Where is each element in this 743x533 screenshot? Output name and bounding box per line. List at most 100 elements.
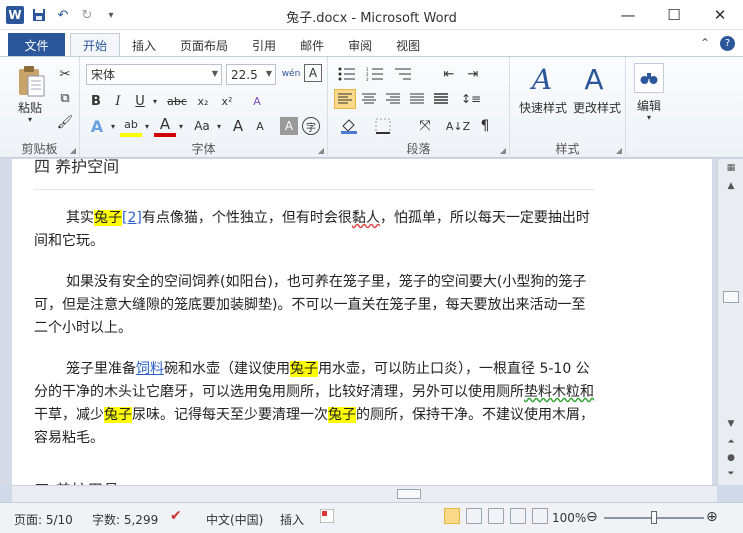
browse-object-icon[interactable]: ● — [723, 451, 739, 465]
character-shading-icon[interactable]: A — [280, 117, 298, 135]
change-case-icon[interactable]: Aa — [190, 115, 214, 137]
tab-page-layout[interactable]: 页面布局 — [168, 33, 240, 57]
borders-icon[interactable] — [368, 115, 398, 137]
vertical-scroll-thumb[interactable] — [723, 291, 739, 303]
paragraph-launcher-icon[interactable]: ◢ — [500, 146, 506, 155]
scroll-down-icon[interactable]: ▼ — [723, 417, 739, 431]
format-painter-icon[interactable]: 🖌 — [56, 113, 74, 131]
maximize-button[interactable]: ☐ — [651, 0, 697, 30]
editing-dropdown-icon[interactable]: ▾ — [641, 113, 657, 122]
text-effects-icon[interactable]: A — [86, 115, 108, 137]
minimize-button[interactable]: — — [605, 0, 651, 30]
tab-insert[interactable]: 插入 — [120, 33, 168, 57]
tab-references[interactable]: 引用 — [240, 33, 288, 57]
scroll-up-icon[interactable]: ▲ — [723, 179, 739, 193]
paste-dropdown-icon[interactable]: ▾ — [22, 115, 38, 124]
zoom-in-icon[interactable]: ⊕ — [706, 509, 718, 525]
change-case-dropdown-icon[interactable]: ▾ — [214, 115, 224, 137]
tab-home[interactable]: 开始 — [70, 33, 121, 57]
help-icon[interactable]: ? — [720, 36, 735, 51]
sort-icon[interactable]: A↓Z — [446, 115, 470, 137]
superscript-button[interactable]: x² — [216, 91, 238, 111]
clipboard-launcher-icon[interactable]: ◢ — [70, 146, 76, 155]
close-button[interactable]: ✕ — [697, 0, 743, 30]
chinese-layout-icon[interactable]: ⤧ — [410, 115, 440, 137]
multilevel-list-icon[interactable] — [390, 63, 416, 85]
underline-button[interactable]: U — [130, 91, 150, 111]
phonetic-guide-icon[interactable]: wén — [280, 63, 302, 85]
quick-styles-icon[interactable]: A — [524, 61, 560, 97]
highlight-color-icon[interactable]: ab — [120, 115, 142, 137]
zoom-slider-thumb[interactable] — [651, 511, 657, 524]
paragraph-1[interactable]: 其实兔子[2]有点像猫，个性独立，但有时会很黏人，怕孤单，所以每天一定要抽出时间… — [34, 207, 594, 253]
font-size-combo[interactable]: 22.5 ▼ — [226, 64, 276, 85]
next-page-icon[interactable]: ⏷ — [723, 467, 739, 481]
tab-view[interactable]: 视图 — [384, 33, 432, 57]
tab-file[interactable]: 文件 — [8, 33, 65, 57]
shading-icon[interactable] — [334, 115, 364, 137]
page-count[interactable]: 页面: 5/10 — [14, 511, 73, 528]
proofing-icon[interactable]: ✔ — [170, 508, 182, 524]
shrink-font-icon[interactable]: A — [250, 115, 270, 137]
web-layout-icon[interactable] — [488, 508, 504, 524]
subscript-button[interactable]: x₂ — [192, 91, 214, 111]
strikethrough-button[interactable]: abc — [164, 91, 190, 111]
print-layout-view-icon[interactable] — [444, 508, 460, 524]
styles-launcher-icon[interactable]: ◢ — [616, 146, 622, 155]
horizontal-scrollbar[interactable] — [12, 485, 717, 502]
highlight-dropdown-icon[interactable]: ▾ — [142, 115, 152, 137]
zoom-level[interactable]: 100% — [552, 511, 586, 525]
paste-button[interactable]: 粘贴 — [10, 99, 50, 116]
increase-indent-icon[interactable]: ⇥ — [462, 63, 484, 85]
numbering-icon[interactable]: 123 — [362, 63, 388, 85]
insert-mode[interactable]: 插入 — [280, 511, 304, 528]
copy-icon[interactable]: ⧉ — [56, 89, 74, 107]
reference-link[interactable]: [2] — [122, 210, 142, 226]
decrease-indent-icon[interactable]: ⇤ — [438, 63, 460, 85]
zoom-out-icon[interactable]: ⊖ — [586, 509, 598, 525]
language-indicator[interactable]: 中文(中国) — [206, 511, 263, 528]
font-launcher-icon[interactable]: ◢ — [318, 146, 324, 155]
previous-page-icon[interactable]: ⏶ — [723, 435, 739, 449]
bullets-icon[interactable] — [334, 63, 360, 85]
show-formatting-marks-icon[interactable]: ¶ — [474, 115, 496, 137]
cut-icon[interactable]: ✂ — [56, 65, 74, 83]
text-effects-dropdown-icon[interactable]: ▾ — [108, 115, 118, 137]
underline-dropdown-icon[interactable]: ▾ — [150, 91, 160, 111]
line-spacing-icon[interactable]: ↕≡ — [456, 89, 486, 109]
italic-button[interactable]: I — [108, 91, 128, 111]
paste-icon[interactable] — [14, 63, 48, 99]
font-color-dropdown-icon[interactable]: ▾ — [176, 115, 186, 137]
feed-link[interactable]: 饲料 — [136, 361, 164, 377]
document-page[interactable]: 四 养护空间 其实兔子[2]有点像猫，个性独立，但有时会很黏人，怕孤单，所以每天… — [12, 159, 712, 485]
tab-mailings[interactable]: 邮件 — [288, 33, 336, 57]
collapse-ribbon-icon[interactable]: ⌃ — [700, 36, 710, 51]
font-name-combo[interactable]: 宋体 ▼ — [86, 64, 222, 85]
paragraph-2[interactable]: 如果没有安全的空间饲养(如阳台)，也可养在笼子里，笼子的空间要大(小型狗的笼子可… — [34, 271, 594, 340]
font-color-icon[interactable]: A — [154, 115, 176, 137]
word-count[interactable]: 字数: 5,299 — [92, 511, 158, 528]
draft-view-icon[interactable] — [532, 508, 548, 524]
full-screen-reading-icon[interactable] — [466, 508, 482, 524]
grow-font-icon[interactable]: A — [228, 115, 248, 137]
tab-review[interactable]: 审阅 — [336, 33, 384, 57]
change-styles-button[interactable]: 更改样式 — [568, 99, 626, 116]
ruler-toggle-icon[interactable]: ▦ — [723, 161, 739, 175]
align-left-button[interactable] — [334, 89, 356, 109]
editing-button[interactable]: 编辑 — [626, 97, 672, 114]
vertical-scrollbar[interactable]: ▦ ▲ ▼ ⏶ ● ⏷ — [717, 159, 743, 485]
clear-formatting-icon[interactable]: A — [246, 91, 268, 111]
bold-button[interactable]: B — [86, 91, 106, 111]
change-styles-icon[interactable]: A — [576, 61, 612, 97]
paragraph-3[interactable]: 笼子里准备饲料碗和水壶（建议使用兔子用水壶，可以防止口炎），一根直径 5-10 … — [34, 358, 594, 450]
horizontal-scroll-thumb[interactable] — [397, 489, 421, 499]
distributed-button[interactable] — [430, 89, 452, 109]
justify-button[interactable] — [406, 89, 428, 109]
align-right-button[interactable] — [382, 89, 404, 109]
character-border-icon[interactable]: A — [304, 64, 322, 82]
outline-view-icon[interactable] — [510, 508, 526, 524]
macro-record-icon[interactable] — [319, 508, 335, 526]
align-center-button[interactable] — [358, 89, 380, 109]
enclose-characters-icon[interactable]: 字 — [302, 117, 320, 135]
quick-styles-button[interactable]: 快速样式 — [514, 99, 572, 116]
